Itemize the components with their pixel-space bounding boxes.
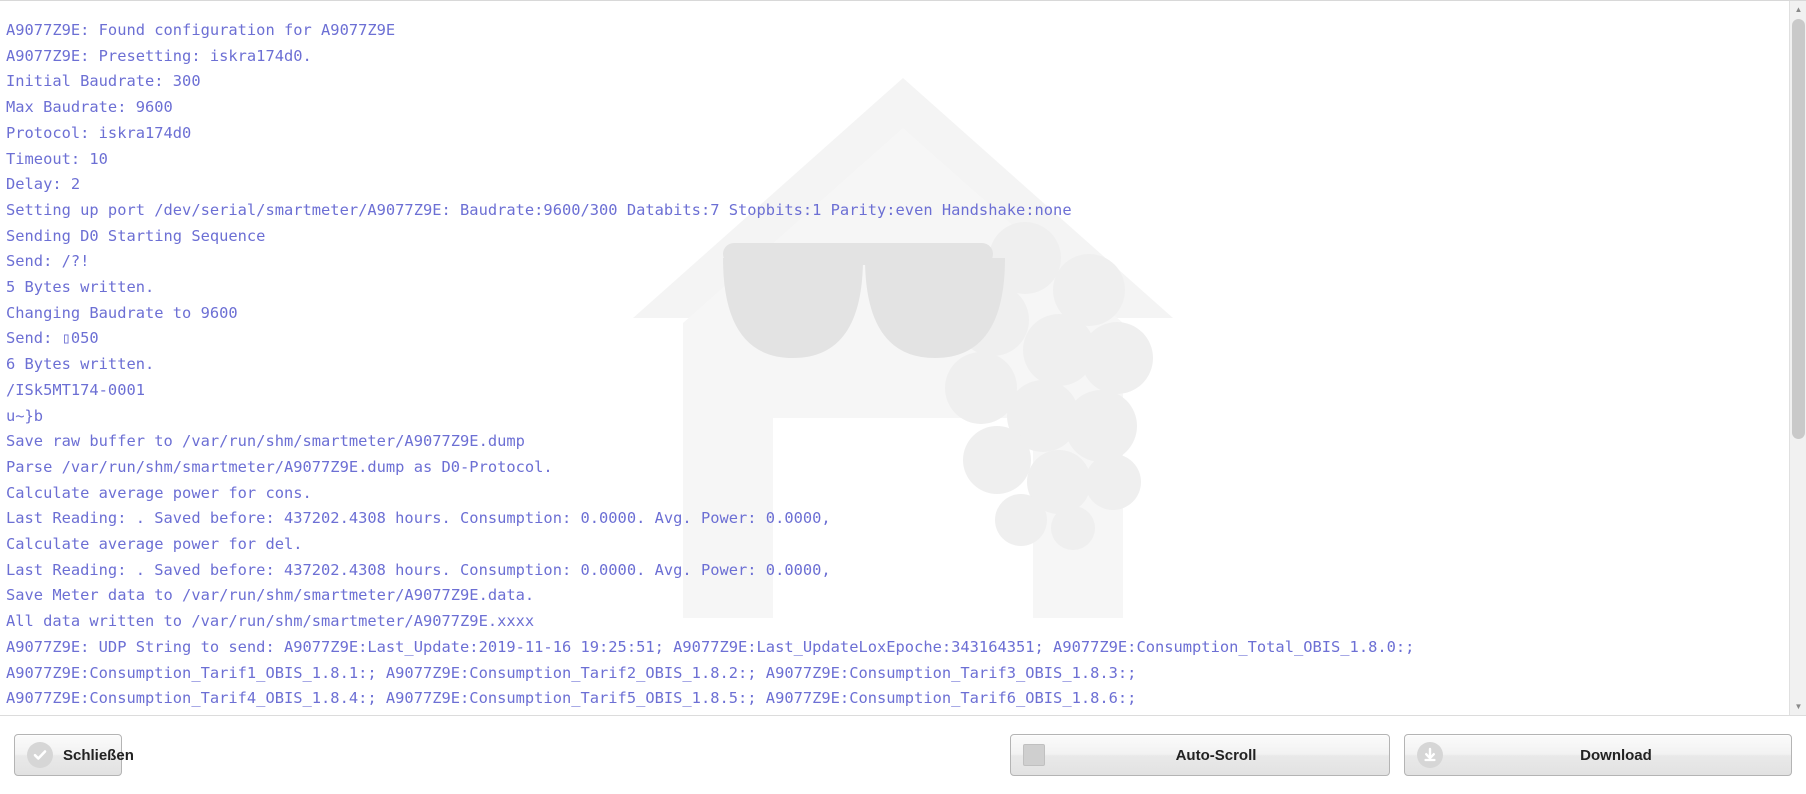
log-output-panel: A9077Z9E: Found configuration for A9077Z… (0, 0, 1806, 716)
log-scroll-region[interactable]: A9077Z9E: Found configuration for A9077Z… (0, 1, 1806, 715)
close-button-label: Schließen (63, 746, 134, 764)
auto-scroll-button[interactable]: Auto-Scroll (1010, 734, 1390, 776)
log-viewer-dialog: A9077Z9E: Found configuration for A9077Z… (0, 0, 1806, 794)
vertical-scrollbar[interactable]: ▲ ▼ (1789, 1, 1806, 715)
download-button[interactable]: Download (1404, 734, 1792, 776)
close-button[interactable]: Schließen (14, 734, 134, 776)
checkbox-unchecked-icon[interactable] (1023, 744, 1045, 766)
auto-scroll-button-label: Auto-Scroll (1175, 746, 1257, 764)
dialog-button-bar: Schließen Auto-Scroll Download (0, 716, 1806, 794)
log-text-content: A9077Z9E: Found configuration for A9077Z… (6, 21, 1415, 708)
scrollbar-thumb[interactable] (1792, 19, 1805, 439)
download-circle-icon (1417, 742, 1443, 768)
download-button-label: Download (1580, 746, 1652, 764)
scroll-up-arrow-icon[interactable]: ▲ (1790, 1, 1806, 18)
check-circle-icon (27, 742, 53, 768)
scroll-down-arrow-icon[interactable]: ▼ (1790, 698, 1806, 715)
